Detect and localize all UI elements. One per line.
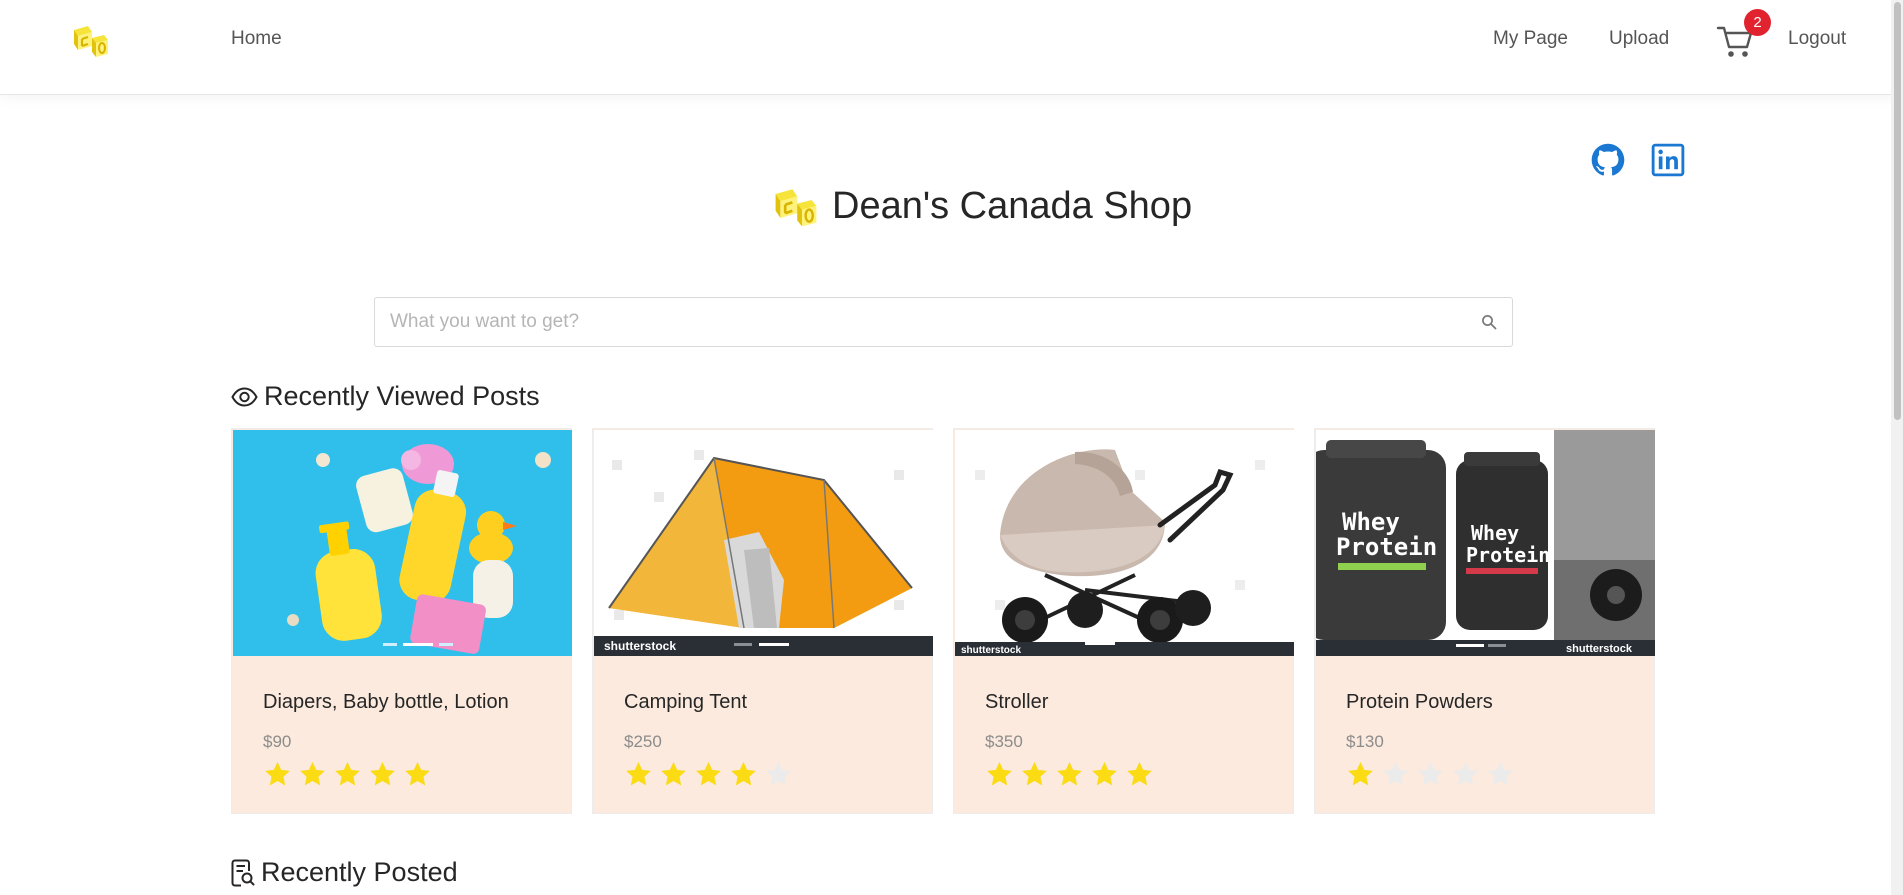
page-scrollbar-thumb[interactable]: [1894, 2, 1901, 420]
product-price: $130: [1346, 732, 1384, 751]
cart-count-badge: 2: [1744, 9, 1771, 36]
star-filled-icon[interactable]: [1346, 760, 1375, 794]
cube-logo-icon[interactable]: [70, 20, 112, 60]
star-filled-icon[interactable]: [659, 760, 688, 794]
nav-home-link[interactable]: Home: [231, 28, 282, 50]
section-title: Recently Viewed Posts: [264, 381, 540, 411]
star-filled-icon[interactable]: [624, 760, 653, 794]
watermark-text: shutterstock: [604, 639, 676, 653]
label-text: Protein: [1336, 533, 1437, 561]
product-image[interactable]: shutterstock: [955, 430, 1294, 656]
product-title: Protein Powders: [1346, 691, 1493, 713]
star-filled-icon[interactable]: [263, 760, 292, 794]
product-card[interactable]: Whey Protein Whey Protein shutterstock P…: [1314, 428, 1655, 814]
product-card-body: Camping Tent $250: [624, 691, 793, 794]
product-price: $90: [263, 732, 292, 751]
nav-my-page-link[interactable]: My Page: [1493, 28, 1568, 50]
product-title: Diapers, Baby bottle, Lotion: [263, 691, 509, 713]
star-filled-icon[interactable]: [1090, 760, 1119, 794]
nav-upload-link[interactable]: Upload: [1609, 28, 1669, 50]
product-title: Camping Tent: [624, 691, 748, 713]
star-empty-icon[interactable]: [1486, 760, 1515, 794]
product-rating: [1346, 760, 1515, 794]
eye-icon: [231, 386, 258, 407]
product-rating: [263, 760, 509, 794]
star-filled-icon[interactable]: [333, 760, 362, 794]
star-empty-icon[interactable]: [764, 760, 793, 794]
watermark-text: shutterstock: [961, 645, 1021, 656]
search-bar: [374, 297, 1513, 347]
label-text: Protein: [1466, 543, 1550, 567]
product-title: Stroller: [985, 691, 1049, 713]
product-card[interactable]: shutterstock Camping Tent $250: [592, 428, 933, 814]
recently-viewed-heading: Recently Viewed Posts: [231, 381, 540, 412]
product-image[interactable]: shutterstock: [594, 430, 933, 656]
star-filled-icon[interactable]: [694, 760, 723, 794]
site-header: Dean's Canada Shop: [770, 178, 1192, 234]
product-rating: [624, 760, 793, 794]
product-price: $350: [985, 732, 1023, 751]
search-input[interactable]: [375, 298, 1466, 346]
star-filled-icon[interactable]: [1020, 760, 1049, 794]
nav-logout-link[interactable]: Logout: [1788, 28, 1846, 50]
product-card-body: Protein Powders $130: [1346, 691, 1515, 794]
star-filled-icon[interactable]: [368, 760, 397, 794]
product-image[interactable]: [233, 430, 572, 656]
star-empty-icon[interactable]: [1381, 760, 1410, 794]
linkedin-icon[interactable]: [1651, 143, 1685, 177]
star-filled-icon[interactable]: [1125, 760, 1154, 794]
product-card[interactable]: shutterstock Stroller $350: [953, 428, 1294, 814]
star-filled-icon[interactable]: [1055, 760, 1084, 794]
label-text: Whey: [1471, 521, 1519, 545]
product-card-body: Stroller $350: [985, 691, 1154, 794]
github-icon[interactable]: [1591, 143, 1625, 177]
star-filled-icon[interactable]: [403, 760, 432, 794]
product-card[interactable]: Diapers, Baby bottle, Lotion $90: [231, 428, 572, 814]
label-text: Whey: [1342, 508, 1400, 536]
search-button[interactable]: [1466, 298, 1512, 346]
product-image[interactable]: Whey Protein Whey Protein shutterstock: [1316, 430, 1655, 656]
star-filled-icon[interactable]: [729, 760, 758, 794]
star-empty-icon[interactable]: [1416, 760, 1445, 794]
star-filled-icon[interactable]: [298, 760, 327, 794]
product-rating: [985, 760, 1154, 794]
product-card-body: Diapers, Baby bottle, Lotion $90: [263, 691, 509, 794]
product-price: $250: [624, 732, 662, 751]
cube-logo-icon: [775, 189, 817, 227]
page-title: Dean's Canada Shop: [832, 184, 1193, 227]
file-search-icon: [231, 859, 255, 886]
top-navbar: Home My Page Upload 2 Logout: [0, 0, 1903, 95]
watermark-text: shutterstock: [1566, 643, 1633, 655]
star-filled-icon[interactable]: [985, 760, 1014, 794]
section-title: Recently Posted: [261, 857, 458, 887]
search-icon: [1482, 315, 1497, 330]
star-empty-icon[interactable]: [1451, 760, 1480, 794]
recently-posted-heading: Recently Posted: [231, 857, 458, 888]
